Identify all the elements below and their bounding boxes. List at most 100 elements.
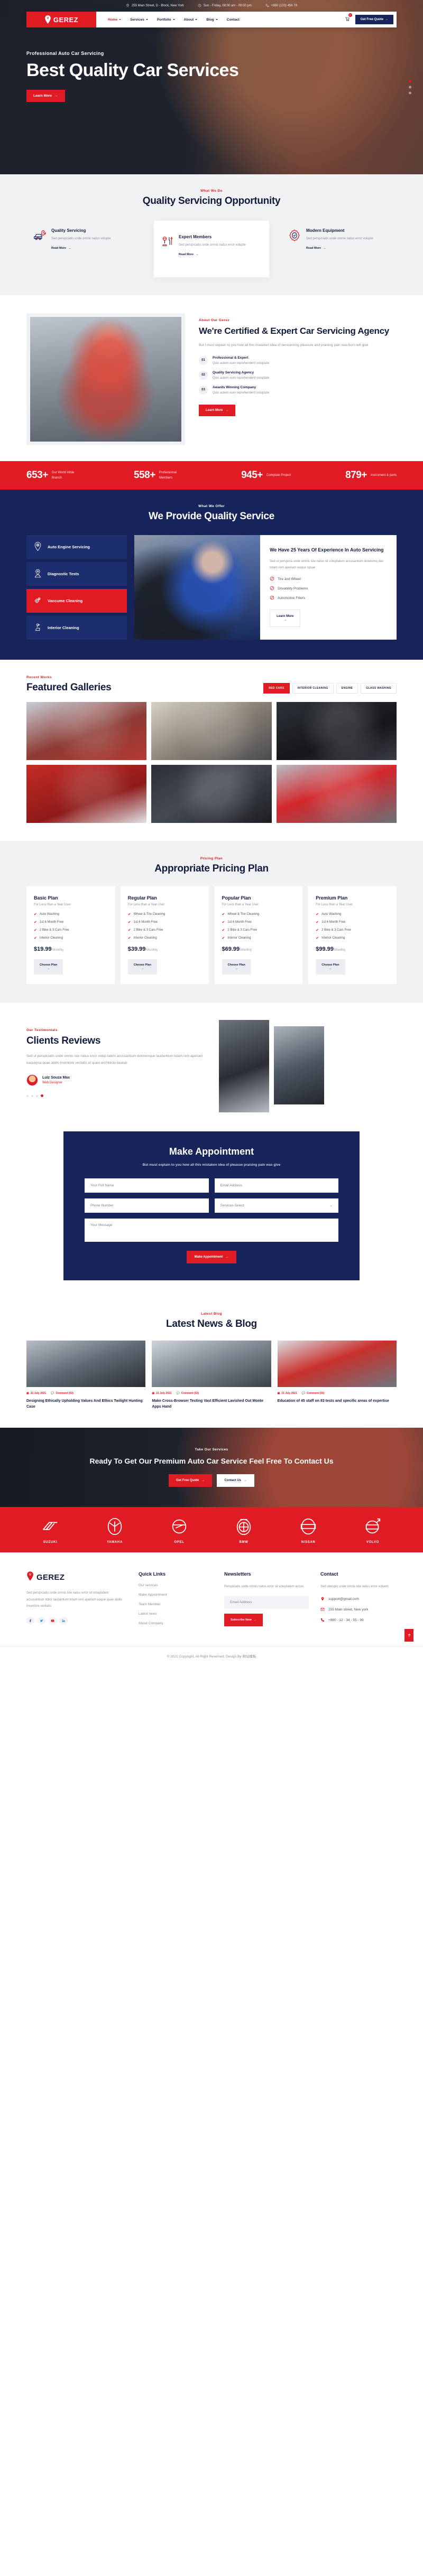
brand-yamaha[interactable]: YAMAHA [91,1516,139,1544]
gallery-filter-interior-cleaning[interactable]: INTERIOR CLEANING [292,683,334,694]
offer-learn-more-button[interactable]: Learn More → [270,610,301,627]
blog-date: ▣ 21 July 2021 [26,1391,47,1395]
brand-nissan[interactable]: NISSAN [284,1516,332,1544]
nav-item-portfolio[interactable]: Portfolio [157,18,175,22]
footer-contact-phone[interactable]: +880 - 12 - 34 - 55 - 99 [320,1618,397,1623]
brand-volvo[interactable]: VOLVO [349,1516,397,1544]
offer-tab-interior-cleaning[interactable]: Interior Cleaning [26,616,127,640]
calendar-icon: ▣ [26,1391,29,1395]
blog-card[interactable]: ▣ 21 July 2021 💬 Comment (02) Education of… [277,1340,397,1410]
footer-link-team-member[interactable]: Team Member [139,1603,213,1606]
hero-dot-1[interactable] [409,80,411,83]
cart-button[interactable]: 0 [345,13,352,24]
gallery-item[interactable] [276,702,397,761]
footer-link-latest-news[interactable]: Latest news [139,1612,213,1616]
gallery-filter-glass-washing[interactable]: GLASS WASHING [361,683,397,694]
service-read-more-link[interactable]: Read More → [179,253,246,256]
get-free-quote-button[interactable]: Get Free Quote → [355,15,393,24]
testimonial-dot-2[interactable] [31,1094,33,1097]
twitter-icon[interactable] [38,1616,45,1625]
service-card-quality-servicing[interactable]: Quality Servicing Sed perspiciatis unde … [26,221,142,257]
service-read-more-link[interactable]: Read More → [306,247,373,250]
testimonial-dot-4[interactable] [41,1094,43,1098]
nav-item-services[interactable]: Services [130,18,148,22]
counter-item: 653+ Our World Wide Branch [26,470,79,481]
offer-tab-vaccume-cleaning[interactable]: Vaccume Cleaning [26,589,127,613]
brand-suzuki[interactable]: SUZUKI [26,1516,74,1544]
cta-quote-button[interactable]: Get Free Quote → [168,1474,213,1487]
nav-item-about[interactable]: About [184,18,198,22]
gallery-filter-red-cars[interactable]: RED CARS [263,683,290,694]
linkedin-icon[interactable] [60,1616,68,1625]
choose-plan-button[interactable]: Choose Plan → [127,959,158,975]
service-read-more-link[interactable]: Read More → [51,247,111,250]
services-section: What We Do Quality Servicing Opportunity… [0,174,423,296]
service-card-title: Modern Equipment [306,228,345,233]
testimonial-dot-1[interactable] [26,1094,29,1097]
nav-item-home[interactable]: Home [108,18,122,22]
offer-tab-label: Interior Cleaning [48,625,79,631]
nav-item-blog[interactable]: Blog [206,18,218,22]
offer-tab-auto-engine-servicing[interactable]: Auto Engine Servicing [26,535,127,559]
subscribe-button[interactable]: Subscribe Now → [224,1613,263,1626]
footer-link-about-company[interactable]: About Company [139,1622,213,1625]
blog-card[interactable]: ▣ 21 July 2021 💬 Comment (02) Make Cross-B… [152,1340,271,1410]
offer-tab-diagnostic-tests[interactable]: Diagnostic Tests [26,562,127,586]
blog-card[interactable]: ▣ 21 July 2021 💬 Comment (02) Designing Et… [26,1340,146,1410]
footer-link-our-services[interactable]: Our services [139,1584,213,1587]
footer-contact-email[interactable]: support@gmail.com [320,1597,397,1602]
appointment-email-input[interactable]: Email Address [214,1178,338,1193]
nav-item-contact[interactable]: Contact [227,18,240,22]
mail-pin-icon [320,1597,325,1602]
hero-dot-3[interactable] [409,91,411,95]
brand-opel[interactable]: OPEL [155,1516,203,1544]
footer-quicklinks-title: Quick Links [139,1571,166,1577]
footer-desc: Sed perspiciatis unde omnis iste natus e… [26,1591,122,1608]
gallery-item[interactable] [151,702,272,761]
nav-menu: Home Services Portfolio About Blog Conta… [96,18,345,22]
hero-learn-more-button[interactable]: Learn More → [26,90,65,102]
appointment-name-input[interactable]: Your Full Name [85,1178,209,1193]
gallery-filter-engine[interactable]: ENGINE [336,683,358,694]
service-card-expert-members[interactable]: Expert Members Sed perspiciatis unde omn… [154,221,269,278]
scroll-to-top-button[interactable] [404,1629,413,1642]
brand-bmw[interactable]: BMW [220,1516,268,1544]
appointment-service-select[interactable]: Services-Select ⌄ [214,1198,338,1213]
hero-slider-dots[interactable] [409,80,411,95]
brand-label: BMW [239,1541,249,1544]
about-learn-more-button[interactable]: Learn More → [199,404,236,416]
pricing-plan-title: Premium Plan [316,895,348,901]
check-icon: ✔ [127,936,131,941]
make-appointment-button[interactable]: Make Appointment → [186,1250,237,1263]
youtube-icon[interactable] [49,1616,57,1625]
gallery-title: Featured Galleries [26,682,112,694]
logo[interactable]: GEREZ [26,12,96,27]
appointment-message-textarea[interactable]: Your Message [85,1218,338,1242]
footer-logo[interactable]: GEREZ [26,1571,127,1584]
choose-plan-button[interactable]: Choose Plan → [34,959,63,975]
testimonial-slider-dots[interactable] [26,1094,206,1098]
newsletter-email-input[interactable]: Email Address [224,1596,309,1609]
appointment-phone-input[interactable]: Phone Number [85,1198,209,1213]
gallery-item[interactable] [151,765,272,823]
choose-plan-button[interactable]: Choose Plan → [316,959,345,975]
logo-text: GEREZ [53,15,79,24]
hero-banner: 255 Main Street, D - Block, New York Sun… [0,0,423,174]
comment-icon: 💬 [176,1391,180,1395]
testimonial-dot-3[interactable] [36,1094,38,1097]
hero-dot-2[interactable] [409,86,411,89]
topbar-phone[interactable]: +880 (123) 456 78 [265,4,297,8]
arrow-right-icon: → [225,408,229,412]
arrow-right-icon: → [196,253,199,257]
brand-label: NISSAN [301,1541,316,1544]
facebook-icon[interactable] [26,1616,34,1625]
gallery-item[interactable] [26,702,147,761]
cta-contact-button[interactable]: Contact Us → [217,1474,254,1487]
gallery-item[interactable] [276,765,397,823]
cart-icon [345,17,350,21]
choose-plan-button[interactable]: Choose Plan → [222,959,251,975]
phone-icon [265,4,269,8]
gallery-item[interactable] [26,765,147,823]
footer-link-make-appointment[interactable]: Make Appointment [139,1593,213,1597]
service-card-modern-equipment[interactable]: Modern Equipment Sed perspiciatis unde o… [281,221,397,257]
